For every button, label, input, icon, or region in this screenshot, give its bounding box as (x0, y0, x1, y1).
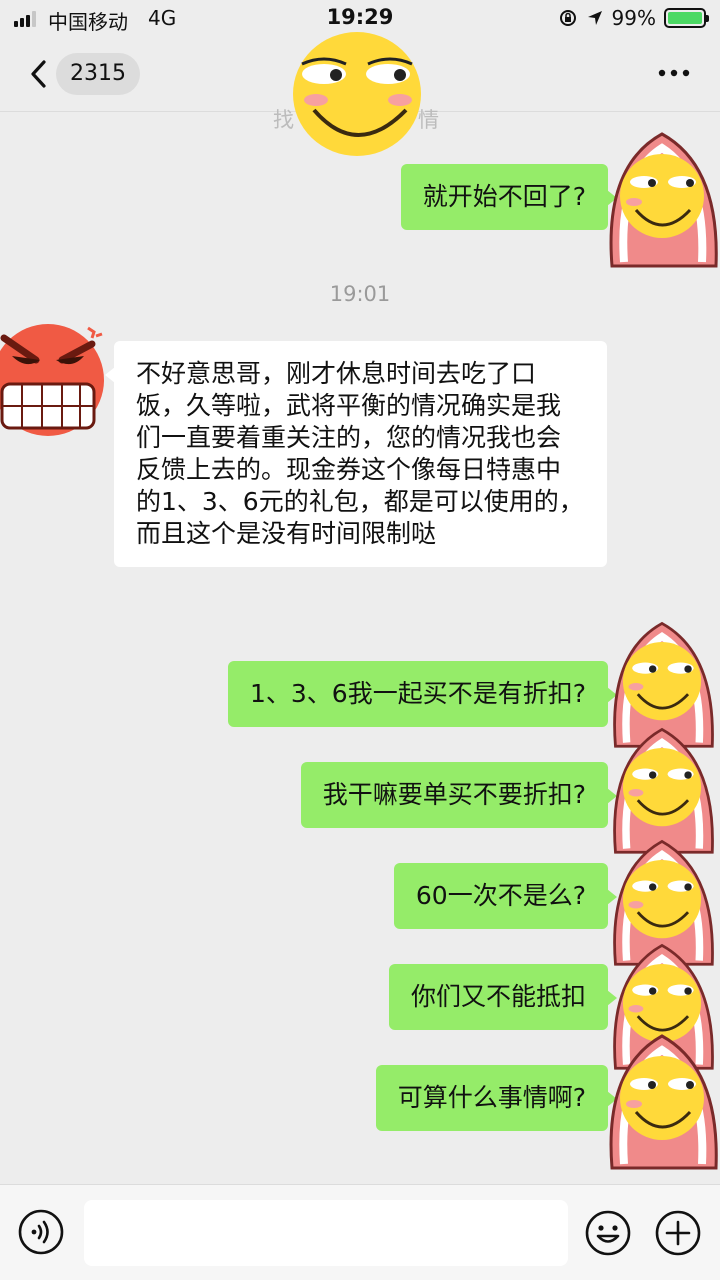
rotation-lock-icon (559, 10, 576, 26)
angry-face-avatar[interactable] (0, 314, 106, 442)
message-bubble-outgoing[interactable]: 可算什么事情啊? (375, 1065, 618, 1131)
emoji-icon[interactable] (584, 1209, 632, 1257)
message-bubble-outgoing[interactable]: 就开始不回了? (400, 164, 618, 230)
hooded-smiley-avatar[interactable] (604, 1028, 720, 1172)
status-right: 99% (558, 6, 709, 30)
message-bubble-outgoing[interactable]: 60一次不是么? (393, 863, 618, 929)
message-bubble-incoming[interactable]: 不好意思哥，刚才休息时间去吃了口饭，久等啦，武将平衡的情况确实是我们一直要着重关… (105, 341, 607, 567)
chat-timestamp: 19:01 (329, 282, 391, 306)
voice-icon[interactable] (18, 1209, 64, 1255)
message-bubble-outgoing[interactable]: 你们又不能抵扣 (388, 964, 618, 1030)
location-icon (587, 11, 602, 25)
more-dots-icon[interactable] (656, 58, 692, 88)
plus-icon[interactable] (654, 1209, 702, 1257)
battery-icon (664, 8, 709, 28)
hooded-smiley-avatar[interactable] (604, 126, 720, 270)
smiley-sticker (293, 32, 421, 156)
unread-count-badge[interactable]: 2315 (56, 53, 140, 95)
input-bar (0, 1184, 720, 1280)
message-bubble-outgoing[interactable]: 我干嘛要单买不要折扣? (300, 762, 618, 828)
battery-fill (668, 12, 702, 24)
battery-percentage: 99% (611, 6, 656, 30)
message-input[interactable] (84, 1200, 568, 1266)
message-bubble-outgoing[interactable]: 1、3、6我一起买不是有折扣? (228, 661, 617, 727)
